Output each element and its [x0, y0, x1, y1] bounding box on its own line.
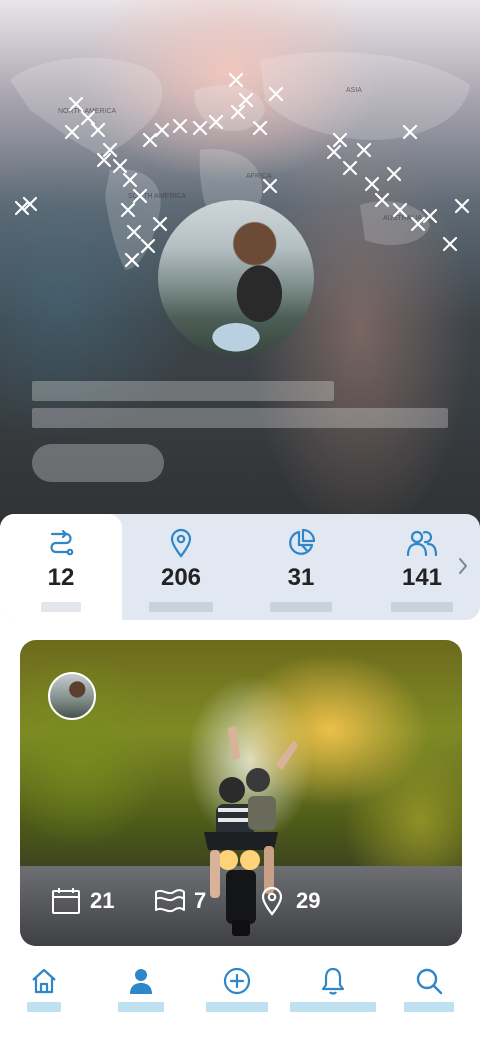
- post-countries: 7: [154, 886, 206, 916]
- nav-notifications-label: [290, 1002, 376, 1012]
- calendar-icon: [50, 886, 82, 916]
- stat-places-label: [149, 602, 213, 612]
- post-places: 29: [256, 886, 320, 916]
- post-places-value: 29: [296, 888, 321, 913]
- nav-profile-label: [118, 1002, 164, 1012]
- follow-button[interactable]: [32, 444, 164, 482]
- stat-places-value: 206: [160, 564, 202, 591]
- bottom-nav: [0, 960, 480, 1042]
- map-pin-icon: [256, 886, 288, 916]
- map-pin-icon: [169, 528, 193, 558]
- profile-icon: [128, 966, 154, 996]
- nav-notifications[interactable]: [290, 960, 376, 1020]
- post-author-avatar[interactable]: [48, 672, 96, 720]
- stat-trips-label: [41, 602, 81, 612]
- bell-icon: [320, 966, 346, 996]
- search-icon: [415, 966, 443, 996]
- nav-home[interactable]: [26, 960, 62, 1020]
- users-icon: [406, 528, 438, 558]
- pie-chart-icon: [286, 528, 316, 558]
- home-icon: [30, 966, 58, 996]
- profile-avatar[interactable]: [158, 200, 314, 356]
- stat-countries-label: [270, 602, 332, 612]
- post-countries-value: 7: [194, 888, 207, 913]
- stat-friends-label: [391, 602, 453, 612]
- post-days: 21: [50, 886, 114, 916]
- nav-search-label: [404, 1002, 454, 1012]
- stat-trips-value: 12: [47, 564, 75, 591]
- flag-icon: [154, 886, 186, 916]
- stat-places[interactable]: 206: [122, 514, 240, 620]
- map-label-asia: ASIA: [346, 87, 362, 94]
- nav-home-label: [27, 1002, 61, 1012]
- stat-countries-value: 31: [287, 564, 315, 591]
- bio-placeholder: [32, 408, 448, 428]
- trip-photo-card[interactable]: 21 7 29: [20, 640, 462, 946]
- map-label-africa: AFRICA: [246, 173, 272, 180]
- name-placeholder: [32, 381, 334, 401]
- nav-add[interactable]: [206, 960, 268, 1020]
- post-days-value: 21: [90, 888, 115, 913]
- stat-friends-value: 141: [401, 564, 443, 591]
- route-icon: [48, 528, 74, 558]
- stat-countries[interactable]: 31: [240, 514, 362, 620]
- profile-screen: NORTH AMERICA SOUTH AMERICA AFRICA ASIA …: [0, 0, 480, 1042]
- nav-profile[interactable]: [118, 960, 164, 1020]
- add-icon: [222, 966, 252, 996]
- chevron-right-icon[interactable]: [454, 554, 472, 578]
- profile-header: NORTH AMERICA SOUTH AMERICA AFRICA ASIA …: [0, 0, 480, 540]
- map-label-north-america: NORTH AMERICA: [58, 108, 117, 115]
- nav-search[interactable]: [404, 960, 454, 1020]
- nav-add-label: [206, 1002, 268, 1012]
- stats-card: 12 206 31 141: [0, 514, 480, 620]
- stat-trips[interactable]: 12: [0, 514, 122, 620]
